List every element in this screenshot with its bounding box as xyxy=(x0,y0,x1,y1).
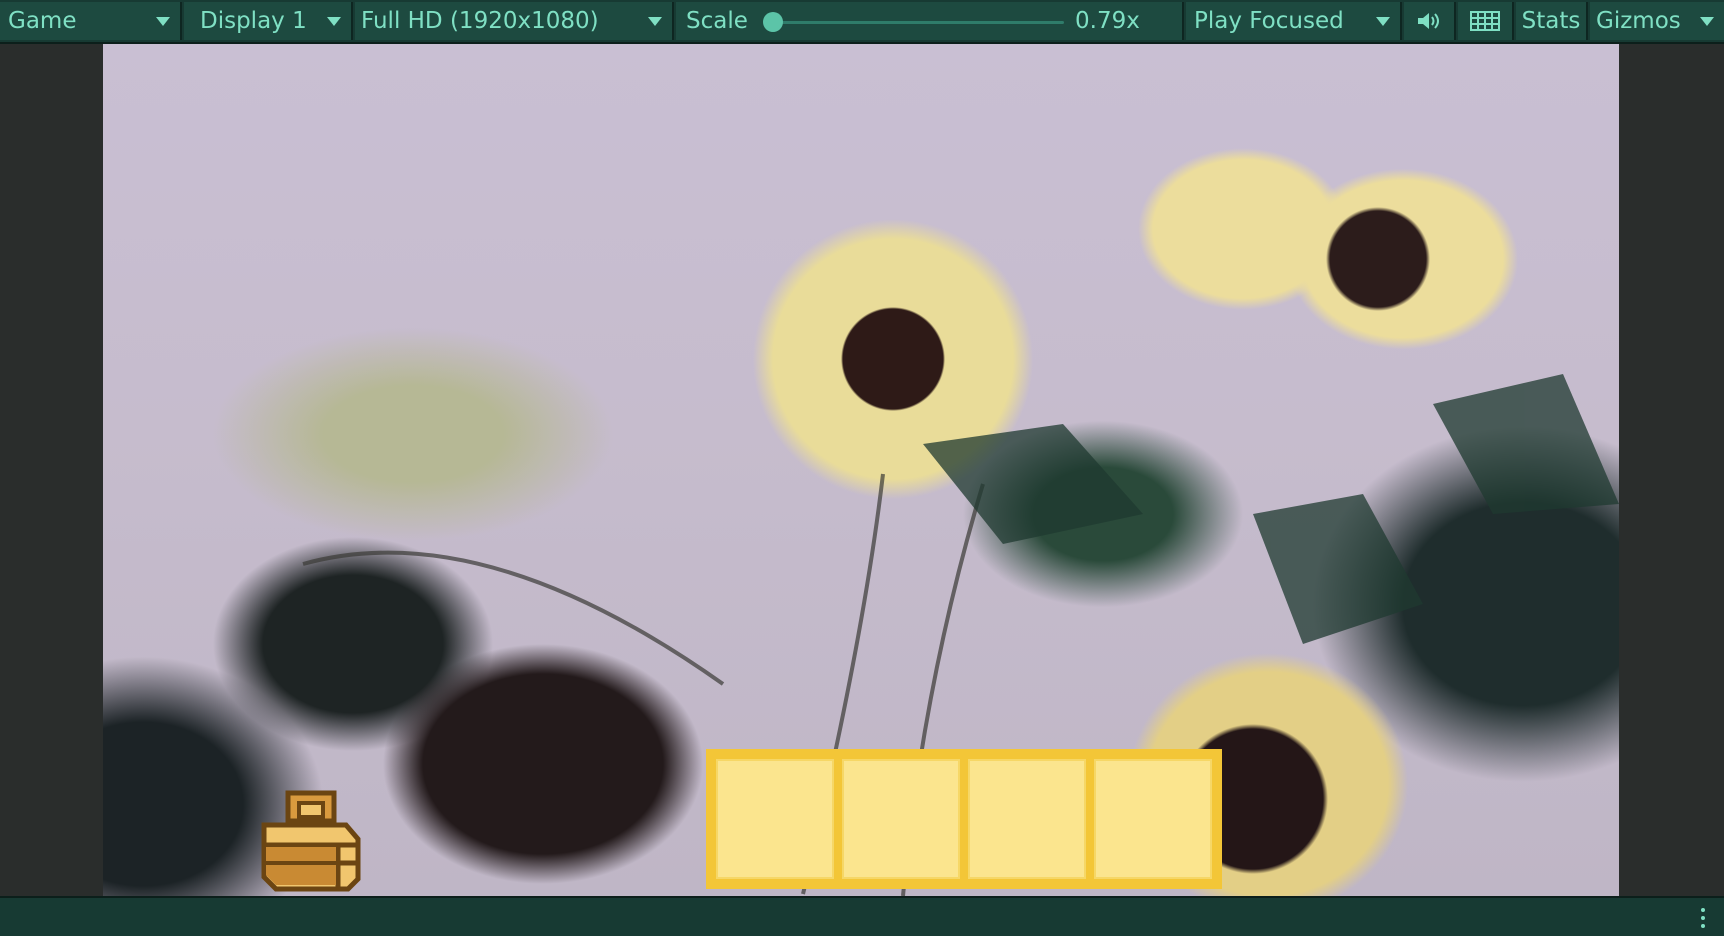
bag-icon[interactable] xyxy=(258,789,364,895)
play-mode-label: Play Focused xyxy=(1194,8,1344,34)
chevron-down-icon xyxy=(1376,17,1390,26)
resolution-dropdown-label: Full HD (1920x1080) xyxy=(361,8,599,34)
display-dropdown[interactable]: Display 1 xyxy=(184,2,353,40)
stats-label: Stats xyxy=(1521,8,1581,34)
keyboard-shortcuts-button[interactable] xyxy=(1458,2,1514,40)
inventory-slot[interactable] xyxy=(968,759,1086,879)
view-dropdown-label: Game xyxy=(8,8,77,34)
scale-value: 0.79x xyxy=(1075,8,1140,34)
scale-slider-handle[interactable] xyxy=(763,12,783,32)
chevron-down-icon xyxy=(156,17,170,26)
scale-label: Scale xyxy=(686,8,748,34)
inventory-bar xyxy=(706,749,1222,889)
mute-audio-button[interactable] xyxy=(1404,2,1456,40)
status-bar xyxy=(0,896,1724,936)
speaker-icon xyxy=(1418,13,1439,29)
resolution-dropdown[interactable]: Full HD (1920x1080) xyxy=(355,2,674,40)
inventory-slot[interactable] xyxy=(1094,759,1212,879)
chevron-down-icon xyxy=(648,17,662,26)
display-dropdown-label: Display 1 xyxy=(200,8,307,34)
play-mode-dropdown[interactable]: Play Focused xyxy=(1186,2,1402,40)
game-view-toolbar: Game Display 1 Full HD (1920x1080) Scale… xyxy=(0,0,1724,44)
stats-button[interactable]: Stats xyxy=(1516,2,1588,40)
inventory-slot[interactable] xyxy=(842,759,960,879)
chevron-down-icon xyxy=(1700,17,1714,26)
chevron-down-icon xyxy=(327,17,341,26)
kebab-menu-icon[interactable] xyxy=(1700,908,1706,930)
gizmos-label: Gizmos xyxy=(1596,8,1681,34)
inventory-slot[interactable] xyxy=(716,759,834,879)
keyboard-icon xyxy=(1470,11,1500,31)
game-viewport[interactable] xyxy=(103,44,1619,896)
view-dropdown[interactable]: Game xyxy=(0,2,182,40)
scale-slider-track[interactable] xyxy=(774,21,1064,24)
gizmos-dropdown[interactable]: Gizmos xyxy=(1590,2,1724,40)
